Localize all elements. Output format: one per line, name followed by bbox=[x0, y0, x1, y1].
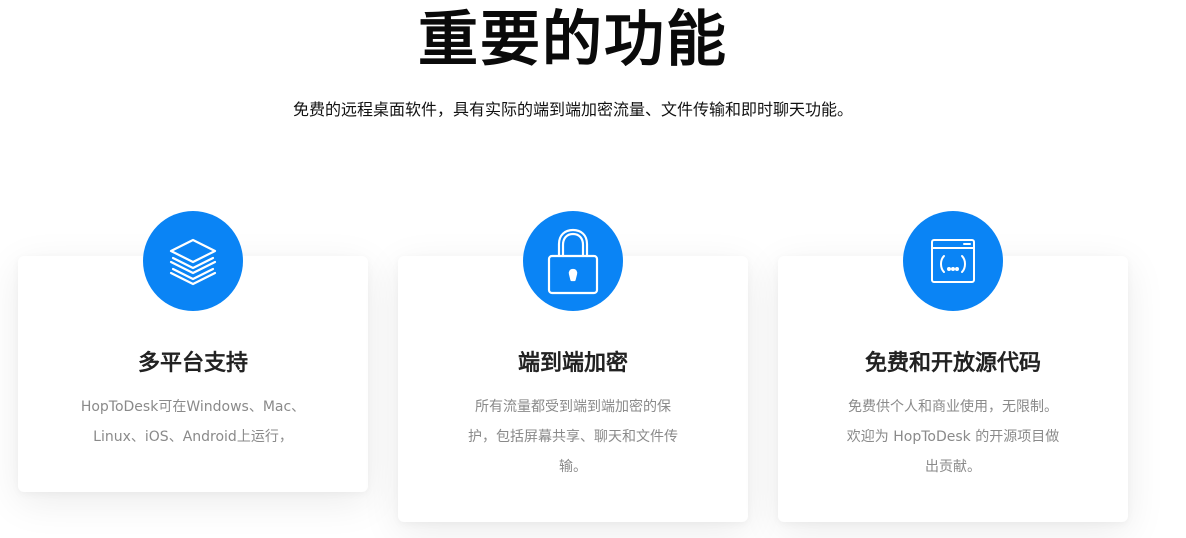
lock-icon bbox=[547, 228, 599, 295]
feature-description-line: Linux、iOS、Android上运行， bbox=[93, 429, 293, 445]
feature-description-line: 免费供个人和商业使用，无限制。 bbox=[848, 399, 1058, 415]
feature-description: HopToDesk可在Windows、Mac、 Linux、iOS、Androi… bbox=[58, 392, 328, 452]
section-subtitle: 免费的远程桌面软件，具有实际的端到端加密流量、文件传输和即时聊天功能。 bbox=[292, 100, 853, 119]
code-window-icon bbox=[931, 239, 975, 283]
feature-description-line: 护，包括屏幕共享、聊天和文件传 bbox=[468, 429, 678, 445]
feature-description-line: 欢迎为 HopToDesk 的开源项目做 bbox=[846, 429, 1060, 445]
lock-icon-circle bbox=[523, 211, 623, 311]
feature-description-line: 出贡献。 bbox=[925, 459, 981, 475]
section-title: 重要的功能 bbox=[418, 5, 728, 75]
layers-icon bbox=[169, 238, 217, 286]
code-window-icon-circle bbox=[903, 211, 1003, 311]
feature-title: 多平台支持 bbox=[137, 351, 248, 376]
feature-title: 免费和开放源代码 bbox=[864, 351, 1041, 376]
feature-description-line: HopToDesk可在Windows、Mac、 bbox=[80, 399, 306, 415]
feature-description-line: 输。 bbox=[559, 459, 587, 475]
feature-description: 所有流量都受到端到端加密的保 护，包括屏幕共享、聊天和文件传 输。 bbox=[438, 392, 708, 482]
feature-title: 端到端加密 bbox=[517, 351, 628, 376]
features-section: 重要的功能 免费的远程桌面软件，具有实际的端到端加密流量、文件传输和即时聊天功能… bbox=[0, 0, 1186, 538]
layers-icon-circle bbox=[143, 211, 243, 311]
feature-description-line: 所有流量都受到端到端加密的保 bbox=[475, 399, 671, 415]
feature-description: 免费供个人和商业使用，无限制。 欢迎为 HopToDesk 的开源项目做 出贡献… bbox=[818, 392, 1088, 482]
